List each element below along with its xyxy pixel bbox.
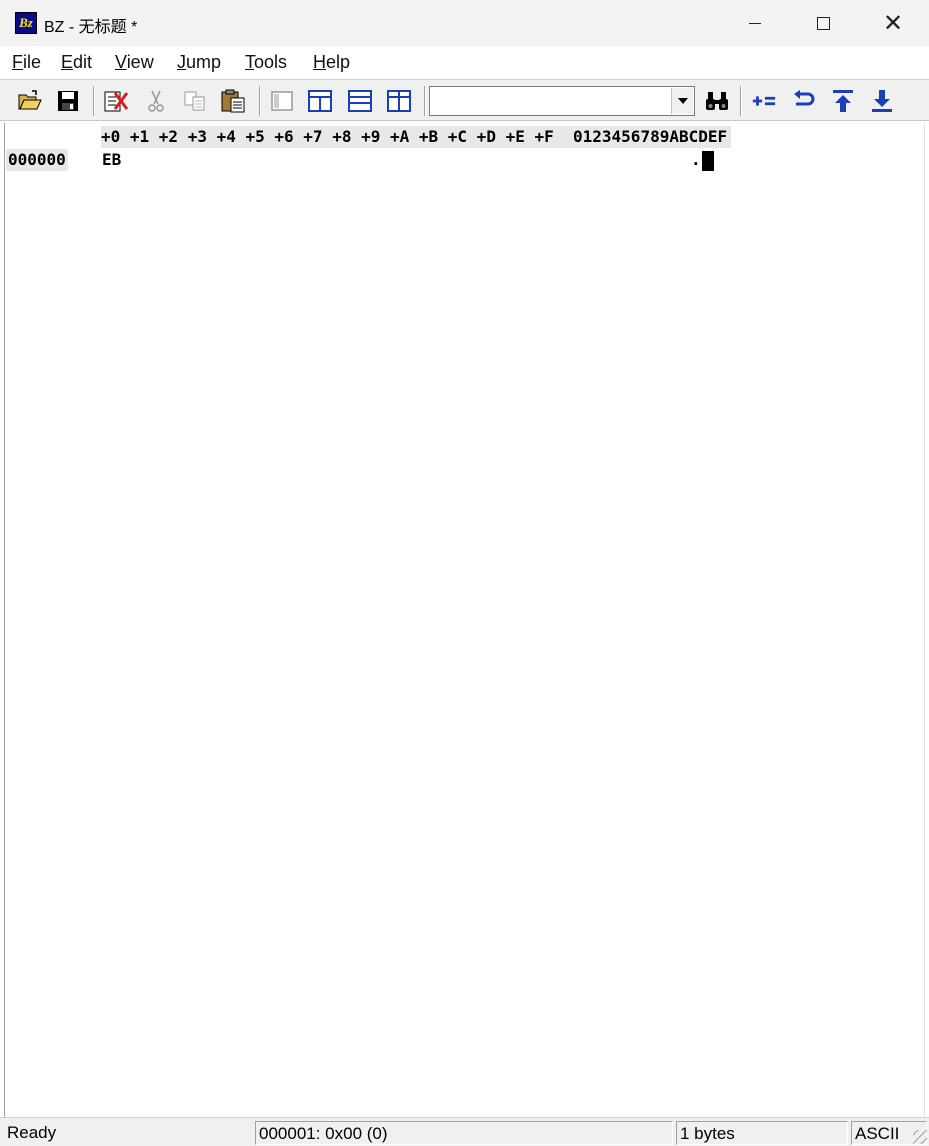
compare-view-icon <box>387 90 411 112</box>
menu-edit[interactable]: Edit <box>61 52 92 73</box>
save-icon <box>58 91 78 111</box>
save-button[interactable] <box>55 88 81 114</box>
split-horizontal-button[interactable] <box>347 88 373 114</box>
search-combobox[interactable] <box>429 86 695 116</box>
toolbar-separator <box>259 86 261 116</box>
undo-button[interactable] <box>791 88 817 114</box>
copy-icon <box>184 91 205 111</box>
dropdown-button[interactable] <box>671 88 693 114</box>
binoculars-icon <box>706 92 728 110</box>
status-state: Ready <box>7 1123 57 1142</box>
resize-grip[interactable] <box>913 1130 927 1144</box>
status-position: 000001: 0x00 (0) <box>255 1121 673 1145</box>
open-icon <box>18 90 42 110</box>
close-button[interactable]: ✕ <box>858 0 928 46</box>
menu-view[interactable]: View <box>115 52 154 73</box>
cut-icon <box>148 90 164 112</box>
download-button[interactable] <box>869 88 895 114</box>
split-vertical-icon <box>308 90 332 112</box>
plus-equals-icon <box>752 96 776 106</box>
find-button[interactable] <box>704 88 730 114</box>
toolbar-separator <box>93 86 95 116</box>
menu-bar: File Edit View Jump Tools Help <box>0 46 929 78</box>
download-icon <box>872 90 892 112</box>
compare-view-button[interactable] <box>386 88 412 114</box>
toolbar <box>0 79 929 121</box>
menu-tools[interactable]: Tools <box>245 52 287 73</box>
hex-editor-view[interactable]: +0 +1 +2 +3 +4 +5 +6 +7 +8 +9 +A +B +C +… <box>4 123 925 1117</box>
status-bar: Ready 000001: 0x00 (0) 1 bytes ASCII <box>0 1117 929 1146</box>
maximize-button[interactable] <box>788 0 858 46</box>
title-bar: Bz BZ - 无标题 * ✕ <box>0 0 929 46</box>
maximize-icon <box>816 16 830 30</box>
toolbar-separator <box>424 86 426 116</box>
single-view-button[interactable] <box>269 88 295 114</box>
app-icon: Bz <box>15 12 37 34</box>
copy-button[interactable] <box>182 88 208 114</box>
minimize-button[interactable] <box>720 0 790 46</box>
hex-byte[interactable]: EB <box>102 149 121 171</box>
hex-column-header: +0 +1 +2 +3 +4 +5 +6 +7 +8 +9 +A +B +C +… <box>101 126 732 148</box>
chevron-down-icon <box>677 98 688 104</box>
jump-top-icon <box>833 90 853 112</box>
calculator-button[interactable] <box>751 88 777 114</box>
menu-jump[interactable]: Jump <box>177 52 221 73</box>
close-icon: ✕ <box>882 9 904 37</box>
row-offset: 000000 <box>6 149 68 171</box>
minimize-icon <box>749 22 761 24</box>
delete-icon <box>104 91 129 112</box>
window-title: BZ - 无标题 * <box>44 19 138 36</box>
toolbar-separator <box>740 86 742 116</box>
delete-button[interactable] <box>103 88 129 114</box>
ascii-char[interactable]: . <box>691 149 701 171</box>
paste-icon <box>221 89 245 113</box>
split-horizontal-icon <box>348 90 372 112</box>
open-button[interactable] <box>17 88 43 114</box>
status-size: 1 bytes <box>676 1121 848 1145</box>
menu-help[interactable]: Help <box>313 52 350 73</box>
paste-button[interactable] <box>220 88 246 114</box>
split-vertical-button[interactable] <box>307 88 333 114</box>
undo-icon <box>794 90 815 106</box>
jump-top-button[interactable] <box>830 88 856 114</box>
single-view-icon <box>271 91 293 111</box>
cut-button[interactable] <box>143 88 169 114</box>
text-cursor <box>702 151 714 171</box>
menu-file[interactable]: File <box>12 52 41 73</box>
